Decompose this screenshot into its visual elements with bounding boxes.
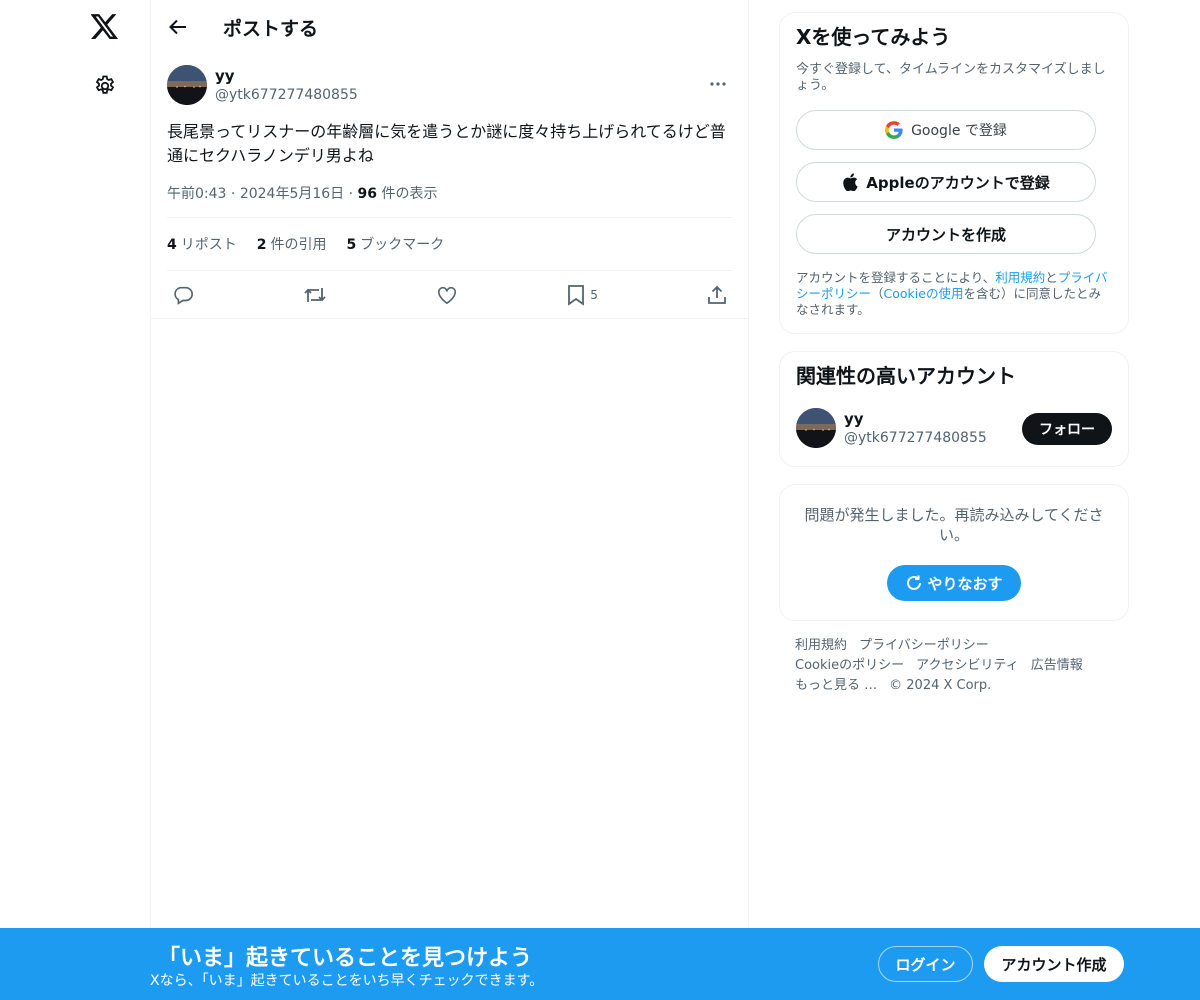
follow-button[interactable]: フォロー bbox=[1022, 413, 1112, 445]
left-nav bbox=[0, 0, 150, 1000]
footer-ads[interactable]: 広告情報 bbox=[1031, 658, 1083, 673]
post-time[interactable]: 午前0:43 bbox=[167, 186, 226, 202]
stat-label: 件の引用 bbox=[270, 237, 327, 253]
avatar[interactable] bbox=[167, 65, 207, 105]
post-meta: 午前0:43 · 2024年5月16日 · 96 件の表示 bbox=[167, 183, 732, 218]
error-message: 問題が発生しました。再読み込みしてください。 bbox=[804, 506, 1104, 544]
share-button[interactable] bbox=[707, 285, 727, 305]
reply-icon bbox=[174, 286, 193, 305]
related-accounts-card: 関連性の高いアカウント yy @ytk677277480855 フォロー bbox=[779, 351, 1129, 467]
reply-button[interactable] bbox=[172, 284, 194, 306]
terms-link[interactable]: 利用規約 bbox=[995, 270, 1045, 285]
like-button[interactable] bbox=[436, 285, 458, 305]
bookmark-count: 5 bbox=[590, 287, 598, 302]
back-arrow-icon[interactable] bbox=[167, 16, 189, 38]
post-date[interactable]: 2024年5月16日 bbox=[240, 186, 344, 202]
login-button[interactable]: ログイン bbox=[878, 946, 973, 982]
stat-label: リポスト bbox=[180, 237, 237, 253]
footer-more[interactable]: もっと見る … bbox=[795, 678, 877, 693]
google-icon bbox=[885, 121, 903, 139]
legal-text: （ bbox=[871, 286, 884, 301]
x-logo-icon[interactable] bbox=[88, 10, 122, 44]
repost-icon bbox=[304, 287, 326, 302]
create-account-button[interactable]: アカウントを作成 bbox=[796, 214, 1096, 254]
footer-accessibility[interactable]: アクセシビリティ bbox=[916, 658, 1019, 673]
page-title: ポストする bbox=[223, 17, 319, 40]
stat-count: 2 bbox=[256, 237, 267, 253]
apple-signup-label: Appleのアカウントで登録 bbox=[866, 173, 1050, 192]
views-count: 96 bbox=[357, 186, 378, 202]
meta-separator: · bbox=[348, 186, 358, 202]
signup-subtitle: 今すぐ登録して、タイムラインをカスタマイズしましょう。 bbox=[796, 62, 1106, 93]
post: yy @ytk677277480855 長尾景ってリスナーの年齢層に気を遣うとか… bbox=[151, 54, 748, 319]
views-label: 件の表示 bbox=[381, 186, 438, 202]
retry-button[interactable]: やりなおす bbox=[887, 565, 1021, 601]
signup-title: Xを使ってみよう bbox=[796, 25, 951, 49]
error-card: 問題が発生しました。再読み込みしてください。 やりなおす bbox=[779, 484, 1129, 621]
banner-subtitle: Xなら、「いま」起きていることをいち早くチェックできます。 bbox=[150, 973, 544, 989]
stat-count: 4 bbox=[167, 237, 177, 253]
post-actions: 5 bbox=[167, 271, 732, 318]
meta-separator: · bbox=[230, 186, 240, 202]
stat-count: 5 bbox=[346, 237, 357, 253]
signup-legal: アカウントを登録することにより、利用規約とプライバシーポリシー（Cookieの使… bbox=[796, 270, 1112, 318]
footer-copyright: © 2024 X Corp. bbox=[889, 678, 992, 693]
right-sidebar: Xを使ってみよう 今すぐ登録して、タイムラインをカスタマイズしましょう。 Goo… bbox=[779, 12, 1129, 696]
main-header: ポストする bbox=[151, 0, 748, 54]
retry-label: やりなおす bbox=[927, 574, 1003, 593]
apple-signup-button[interactable]: Appleのアカウントで登録 bbox=[796, 162, 1096, 202]
footer-privacy[interactable]: プライバシーポリシー bbox=[859, 638, 989, 653]
author-handle[interactable]: @ytk677277480855 bbox=[215, 87, 358, 104]
signup-card: Xを使ってみよう 今すぐ登録して、タイムラインをカスタマイズしましょう。 Goo… bbox=[779, 12, 1129, 334]
share-icon bbox=[708, 285, 726, 304]
stat-label: ブックマーク bbox=[360, 237, 445, 253]
related-handle[interactable]: @ytk677277480855 bbox=[844, 430, 987, 447]
related-account[interactable]: yy @ytk677277480855 フォロー bbox=[796, 408, 1112, 448]
legal-text: と bbox=[1045, 270, 1058, 285]
bookmark-button[interactable]: 5 bbox=[567, 284, 598, 306]
apple-icon bbox=[843, 173, 858, 191]
heart-icon bbox=[438, 286, 457, 304]
post-author: yy @ytk677277480855 bbox=[167, 64, 732, 106]
stat-quotes[interactable]: 2 件の引用 bbox=[257, 234, 327, 254]
stat-reposts[interactable]: 4 リポスト bbox=[167, 234, 237, 254]
footer-cookie[interactable]: Cookieのポリシー bbox=[795, 658, 904, 673]
author-name[interactable]: yy bbox=[215, 67, 358, 85]
more-options-icon[interactable] bbox=[706, 72, 730, 96]
repost-button[interactable] bbox=[303, 284, 327, 306]
banner-create-account-button[interactable]: アカウント作成 bbox=[984, 946, 1124, 982]
page: ポストする yy @ytk677277480855 長尾景ってリスナーの年齢層に… bbox=[0, 0, 1200, 1000]
google-signup-button[interactable]: Google で登録 bbox=[796, 110, 1096, 150]
footer-links: 利用規約 プライバシーポリシー Cookieのポリシー アクセシビリティ 広告情報 も… bbox=[779, 636, 1129, 696]
avatar[interactable] bbox=[796, 408, 836, 448]
post-text: 長尾景ってリスナーの年齢層に気を遣うとか謎に度々持ち上げられてるけど普通にセクハ… bbox=[167, 122, 726, 165]
create-account-label: アカウントを作成 bbox=[885, 225, 1006, 244]
bottom-banner: 「いま」起きていることを見つけよう Xなら、「いま」起きていることをいち早くチェ… bbox=[0, 928, 1200, 1000]
related-name[interactable]: yy bbox=[844, 410, 987, 428]
refresh-icon bbox=[907, 575, 922, 590]
stat-bookmarks[interactable]: 5 ブックマーク bbox=[347, 234, 445, 254]
bookmark-icon bbox=[568, 284, 585, 306]
legal-text: アカウントを登録することにより、 bbox=[796, 270, 996, 285]
banner-title: 「いま」起きていることを見つけよう bbox=[158, 946, 533, 971]
gear-icon[interactable] bbox=[89, 70, 121, 102]
cookie-link[interactable]: Cookieの使用 bbox=[884, 286, 964, 301]
related-title: 関連性の高いアカウント bbox=[796, 364, 1016, 388]
google-signup-label: Google で登録 bbox=[911, 123, 1007, 139]
footer-terms[interactable]: 利用規約 bbox=[795, 638, 847, 653]
main-column: ポストする yy @ytk677277480855 長尾景ってリスナーの年齢層に… bbox=[150, 0, 749, 1000]
post-stats: 4 リポスト 2 件の引用 5 ブックマーク bbox=[167, 218, 732, 271]
